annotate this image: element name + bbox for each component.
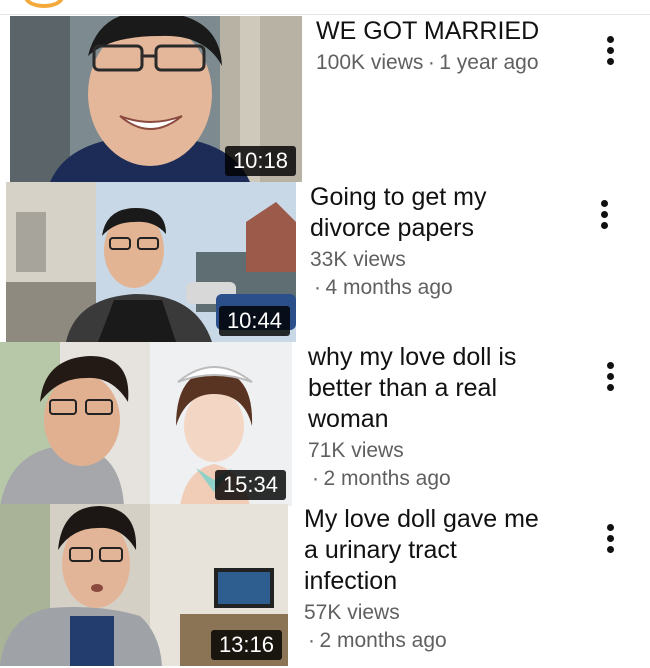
video-list-item[interactable]: 15:34 why my love doll is better than a … <box>0 342 650 508</box>
top-bar <box>0 0 650 15</box>
video-duration: 10:18 <box>224 145 296 176</box>
meta-separator: · <box>314 276 321 299</box>
meta-separator: · <box>312 467 319 490</box>
video-thumbnail[interactable]: 10:44 <box>6 182 296 342</box>
video-title[interactable]: My love doll gave me a urinary tract inf… <box>304 504 584 597</box>
video-title-line: woman <box>308 405 389 433</box>
more-options-icon[interactable] <box>598 524 622 564</box>
video-title-line: Going to get my <box>310 183 487 211</box>
video-title-line: infection <box>304 567 398 595</box>
video-title-line: divorce papers <box>310 214 474 242</box>
video-title[interactable]: Going to get my divorce papers <box>310 182 580 244</box>
video-list-item[interactable]: 10:44 Going to get my divorce papers 33K… <box>0 180 650 344</box>
video-age: 4 months ago <box>325 276 453 299</box>
video-age: 2 months ago <box>323 467 451 490</box>
video-duration: 10:44 <box>218 305 290 336</box>
video-title[interactable]: why my love doll is better than a real w… <box>308 342 580 435</box>
video-title-line: a urinary tract <box>304 536 457 564</box>
video-thumbnail[interactable]: 15:34 <box>0 342 292 506</box>
video-views: 100K views <box>316 51 424 74</box>
meta-separator: · <box>308 629 315 652</box>
video-views: 71K views <box>308 439 404 462</box>
video-title-line: why my love doll is <box>308 343 517 371</box>
video-age: 2 months ago <box>319 629 447 652</box>
meta-separator: · <box>427 51 435 74</box>
more-options-icon[interactable] <box>598 36 622 76</box>
video-thumbnail[interactable]: 13:16 <box>0 504 288 666</box>
video-list-item[interactable]: 10:18 WE GOT MARRIED 100K views · 1 year… <box>0 14 650 184</box>
video-title-line: better than a real <box>308 374 498 402</box>
more-options-icon[interactable] <box>598 362 622 402</box>
channel-avatar[interactable] <box>24 0 64 8</box>
video-list-item[interactable]: 13:16 My love doll gave me a urinary tra… <box>0 504 650 668</box>
video-views: 33K views <box>310 248 406 271</box>
video-age: 1 year ago <box>439 51 539 74</box>
video-title[interactable]: WE GOT MARRIED <box>316 16 586 47</box>
more-options-icon[interactable] <box>592 200 616 240</box>
video-duration: 15:34 <box>214 469 286 500</box>
video-duration: 13:16 <box>210 629 282 660</box>
video-views: 57K views <box>304 601 400 624</box>
video-title-line: My love doll gave me <box>304 505 539 533</box>
video-thumbnail[interactable]: 10:18 <box>10 16 302 182</box>
